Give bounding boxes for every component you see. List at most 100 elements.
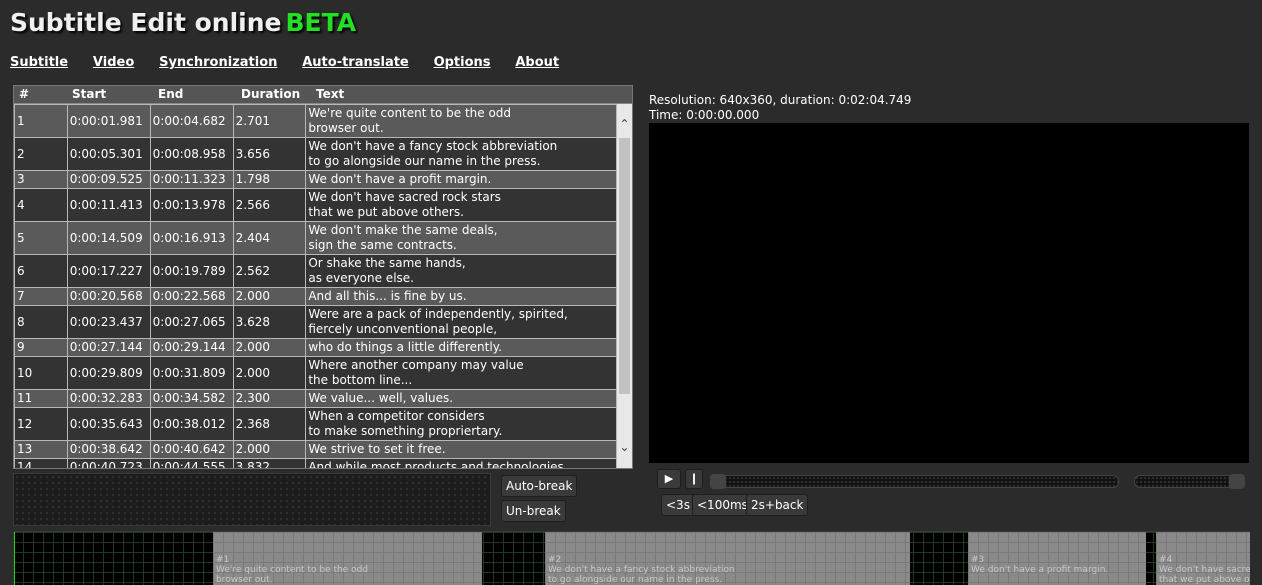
cell-text: We don't make the same deals, sign the s… [305, 221, 617, 255]
subtitle-text-editor[interactable] [13, 473, 491, 526]
video-player[interactable] [649, 123, 1249, 463]
cell-duration: 2.300 [232, 389, 307, 408]
table-row[interactable]: 11 0:00:32.283 0:00:34.582 2.300 We value...… [14, 389, 617, 408]
table-row[interactable]: 10 0:00:29.809 0:00:31.809 2.000 Where anoth… [14, 356, 617, 390]
seek-slider[interactable] [710, 474, 1119, 489]
waveform-cursor [14, 532, 15, 585]
table-row[interactable]: 1 0:00:01.981 0:00:04.682 2.701 We're quite … [14, 104, 617, 138]
play-icon[interactable]: ▶ [657, 469, 681, 489]
cell-text: We don't have sacred rock stars that we … [305, 188, 617, 222]
cell-duration: 2.000 [232, 338, 307, 357]
cell-duration: 3.832 [232, 458, 307, 468]
table-row[interactable]: 3 0:00:09.525 0:00:11.323 1.798 We don't hav… [14, 170, 617, 189]
beta-badge: BETA [285, 8, 357, 37]
waveform-segment-1[interactable]: #1 We're quite content to be the odd brow… [213, 532, 482, 585]
cell-text: Where another company may value the bott… [305, 356, 617, 390]
cell-end: 0:00:31.809 [149, 356, 234, 390]
cell-number: 9 [14, 338, 68, 357]
table-row[interactable]: 14 0:00:40.723 0:00:44.555 3.832 And while m… [14, 458, 617, 468]
play-2s-back-button[interactable]: 2s+back [746, 494, 809, 516]
cell-duration: 2.000 [232, 440, 307, 459]
cell-start: 0:00:27.144 [66, 338, 151, 357]
waveform-segment-number: #1 [216, 555, 230, 565]
cell-duration: 2.368 [232, 407, 307, 441]
volume-knob[interactable] [1229, 474, 1245, 489]
cell-number: 7 [14, 287, 68, 306]
cell-duration: 2.000 [232, 356, 307, 390]
column-header-text[interactable]: Text [316, 87, 344, 101]
grid-body: 1 0:00:01.981 0:00:04.682 2.701 We're quite … [14, 104, 617, 468]
grid-header: # Start End Duration Text [14, 86, 632, 104]
cell-text: When a competitor considers to make some… [305, 407, 617, 441]
menu-video[interactable]: Video [93, 55, 134, 70]
back-3s-button[interactable]: <3s [661, 494, 695, 516]
back-100ms-button[interactable]: <100ms [692, 494, 753, 516]
cell-duration: 2.000 [232, 287, 307, 306]
cell-text: We don't have a profit margin. [305, 170, 617, 189]
menu-synchronization[interactable]: Synchronization [159, 55, 277, 70]
table-row[interactable]: 12 0:00:35.643 0:00:38.012 2.368 When a comp… [14, 407, 617, 441]
waveform-segment-text: We don't have sacred rock stars that we … [1159, 565, 1250, 585]
menu-auto-translate[interactable]: Auto-translate [302, 55, 409, 70]
column-header-number[interactable]: # [19, 87, 29, 101]
cell-number: 10 [14, 356, 68, 390]
table-row[interactable]: 9 0:00:27.144 0:00:29.144 2.000 who do thing… [14, 338, 617, 357]
cell-start: 0:00:23.437 [66, 305, 151, 339]
pause-icon[interactable]: ❙ [685, 469, 703, 489]
cell-text: We don't have a fancy stock abbreviation… [305, 137, 617, 171]
volume-slider[interactable] [1134, 474, 1245, 489]
app-title: Subtitle Edit online BETA [10, 8, 356, 37]
table-row[interactable]: 6 0:00:17.227 0:00:19.789 2.562 Or shake the… [14, 254, 617, 288]
cell-start: 0:00:05.301 [66, 137, 151, 171]
cell-start: 0:00:32.283 [66, 389, 151, 408]
cell-end: 0:00:44.555 [149, 458, 234, 468]
cell-start: 0:00:14.509 [66, 221, 151, 255]
scroll-up-icon[interactable]: ⌃ [617, 116, 632, 133]
cell-start: 0:00:38.642 [66, 440, 151, 459]
cell-number: 2 [14, 137, 68, 171]
cell-start: 0:00:20.568 [66, 287, 151, 306]
menu-options[interactable]: Options [434, 55, 491, 70]
cell-duration: 3.656 [232, 137, 307, 171]
waveform-segment-4[interactable]: #4We don't have sacred rock stars that w… [1156, 532, 1250, 585]
cell-duration: 3.628 [232, 305, 307, 339]
cell-text: Were are a pack of independently, spirit… [305, 305, 617, 339]
cell-end: 0:00:34.582 [149, 389, 234, 408]
scroll-down-icon[interactable]: ⌄ [617, 439, 632, 456]
scrollbar-thumb[interactable] [619, 138, 630, 394]
cell-start: 0:00:01.981 [66, 104, 151, 138]
cell-end: 0:00:11.323 [149, 170, 234, 189]
waveform[interactable]: #1 We're quite content to be the odd brow… [13, 531, 1250, 585]
table-row[interactable]: 4 0:00:11.413 0:00:13.978 2.566 We don't hav… [14, 188, 617, 222]
table-row[interactable]: 7 0:00:20.568 0:00:22.568 2.000 And all this… [14, 287, 617, 306]
column-header-duration[interactable]: Duration [241, 87, 300, 101]
video-info: Resolution: 640x360, duration: 0:02:04.7… [649, 93, 911, 123]
cell-duration: 2.701 [232, 104, 307, 138]
table-row[interactable]: 2 0:00:05.301 0:00:08.958 3.656 We don't hav… [14, 137, 617, 171]
cell-end: 0:00:22.568 [149, 287, 234, 306]
cell-start: 0:00:40.723 [66, 458, 151, 468]
auto-break-button[interactable]: Auto-break [501, 475, 578, 497]
menu-about[interactable]: About [515, 55, 559, 70]
waveform-segment-3[interactable]: #3 We don't have a profit margin. [968, 532, 1146, 585]
app-title-text: Subtitle Edit online [10, 8, 282, 37]
un-break-button[interactable]: Un-break [501, 500, 566, 522]
table-row[interactable]: 5 0:00:14.509 0:00:16.913 2.404 We don't mak… [14, 221, 617, 255]
table-row[interactable]: 13 0:00:38.642 0:00:40.642 2.000 We strive t… [14, 440, 617, 459]
video-resolution-duration: Resolution: 640x360, duration: 0:02:04.7… [649, 93, 912, 107]
column-header-end[interactable]: End [158, 87, 183, 101]
cell-end: 0:00:08.958 [149, 137, 234, 171]
cell-text: We value... well, values. [305, 389, 617, 408]
table-row[interactable]: 8 0:00:23.437 0:00:27.065 3.628 Were are a p… [14, 305, 617, 339]
grid-scrollbar[interactable]: ⌃ ⌄ [617, 104, 632, 468]
waveform-segment-number: #2 [548, 555, 562, 565]
cell-number: 3 [14, 170, 68, 189]
cell-text: We strive to set it free. [305, 440, 617, 459]
cell-duration: 2.404 [232, 221, 307, 255]
cell-end: 0:00:13.978 [149, 188, 234, 222]
menu-subtitle[interactable]: Subtitle [10, 55, 68, 70]
waveform-segment-2[interactable]: #2 We don't have a fancy stock abbreviati… [545, 532, 910, 585]
column-header-start[interactable]: Start [72, 87, 106, 101]
seek-knob[interactable] [710, 474, 726, 489]
cell-text: Or shake the same hands, as everyone els… [305, 254, 617, 288]
